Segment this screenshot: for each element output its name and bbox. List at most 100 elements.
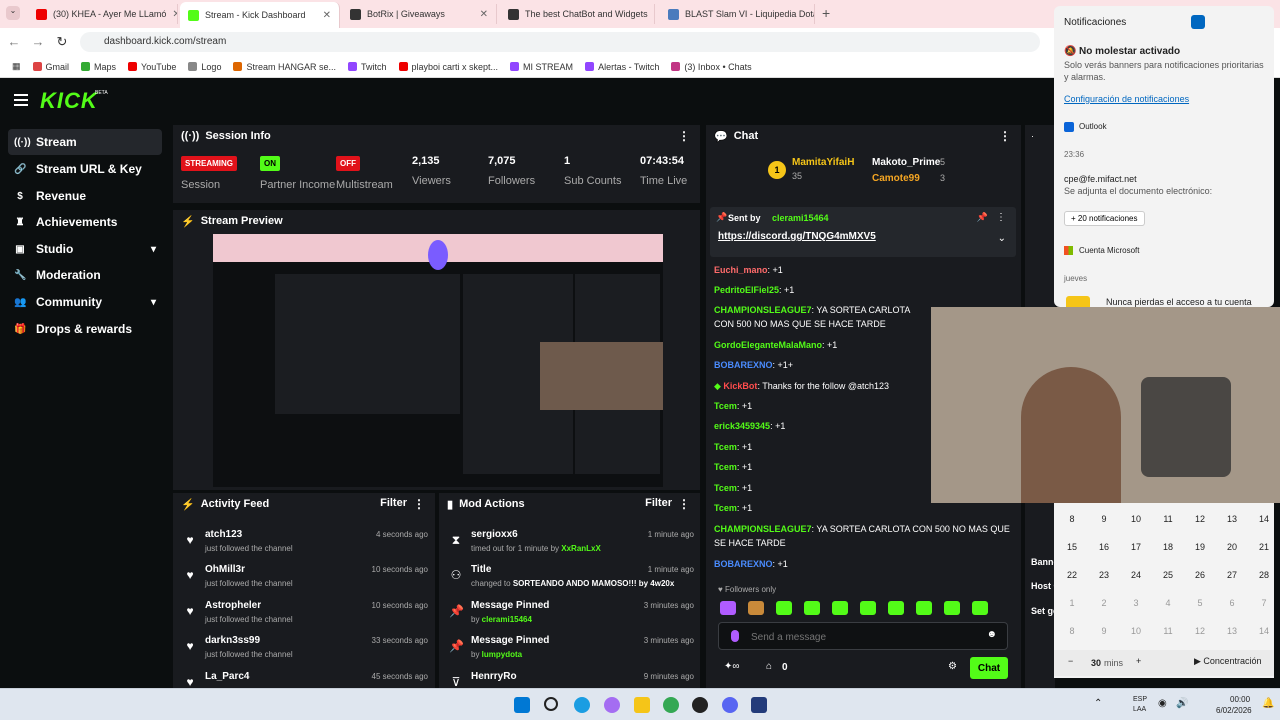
- sidebar-item-achievements[interactable]: ♜ Achievements: [8, 209, 162, 235]
- filter-button[interactable]: Filter: [380, 497, 407, 509]
- sidebar-item-studio[interactable]: ▣ Studio ▾: [8, 236, 162, 262]
- new-tab-button[interactable]: +: [822, 5, 830, 21]
- browser-tab[interactable]: The best ChatBot and Widgets✕: [500, 4, 655, 24]
- browser-tab[interactable]: (30) KHEA - Ayer Me LLamó✕: [28, 4, 178, 24]
- volume-icon[interactable]: 🔊: [1176, 698, 1188, 709]
- filter-button[interactable]: Filter: [645, 497, 672, 509]
- close-icon[interactable]: ✕: [654, 9, 655, 20]
- bookmark-logo[interactable]: Logo: [188, 62, 221, 72]
- more-icon[interactable]: ⋮: [413, 497, 425, 511]
- close-icon[interactable]: ✕: [172, 9, 177, 20]
- edge-icon[interactable]: [574, 697, 590, 713]
- chat-message: Tcem: +1: [714, 462, 753, 472]
- maps-icon: [81, 62, 91, 71]
- sidebar-item-drops[interactable]: 🎁 Drops & rewards: [8, 316, 162, 342]
- search-icon[interactable]: [544, 697, 558, 711]
- emote-icon[interactable]: [804, 601, 820, 615]
- emote-icon[interactable]: [972, 601, 988, 615]
- points-icon[interactable]: ✦∞: [724, 661, 740, 672]
- chrome-icon[interactable]: [663, 697, 679, 713]
- bookmark-youtube[interactable]: YouTube: [128, 62, 176, 72]
- app-icon[interactable]: [751, 697, 767, 713]
- obs-icon[interactable]: [692, 697, 708, 713]
- copilot-icon[interactable]: [604, 697, 620, 713]
- right-panel-label[interactable]: Banned words: [1031, 557, 1055, 567]
- more-icon[interactable]: ⋮: [678, 129, 690, 143]
- emote-icon[interactable]: [916, 601, 932, 615]
- sidebar-item-stream-url[interactable]: 🔗 Stream URL & Key: [8, 156, 162, 182]
- emote-icon[interactable]: [860, 601, 876, 615]
- right-panel-label[interactable]: Set goals: [1031, 606, 1055, 616]
- menu-icon[interactable]: [14, 94, 28, 106]
- calendar-week: 15 16 17 18 19 20 21: [1066, 542, 1269, 552]
- browser-tab-active[interactable]: Stream - Kick Dashboard ✕: [180, 2, 340, 28]
- bookmark-playboi[interactable]: playboi carti x skept...: [398, 62, 498, 72]
- sidebar-item-revenue[interactable]: $ Revenue: [8, 183, 162, 209]
- bookmark-inbox[interactable]: (3) Inbox • Chats: [671, 62, 752, 72]
- focus-button[interactable]: ▶ Concentración: [1194, 656, 1261, 667]
- calendar-week: 8 9 10 11 12 13 14: [1069, 626, 1269, 636]
- file-explorer-icon[interactable]: [634, 697, 650, 713]
- discord-icon[interactable]: [722, 697, 738, 713]
- dnd-toggle-icon[interactable]: [1191, 15, 1205, 29]
- microphone-icon[interactable]: [731, 630, 739, 642]
- sidebar-item-stream[interactable]: ((·)) Stream: [8, 129, 162, 155]
- minus-button[interactable]: −: [1068, 656, 1073, 666]
- emote-icon[interactable]: [832, 601, 848, 615]
- emote-icon[interactable]: [720, 601, 736, 615]
- forward-icon[interactable]: →: [26, 34, 50, 49]
- apps-icon[interactable]: ▦: [12, 61, 21, 72]
- kick-logo[interactable]: KICK: [40, 88, 98, 114]
- more-icon[interactable]: ⋮: [996, 212, 1006, 223]
- plus-button[interactable]: +: [1136, 656, 1141, 666]
- stream-preview-video[interactable]: [213, 234, 663, 487]
- reload-icon[interactable]: ↻: [50, 34, 74, 50]
- emote-icon[interactable]: [776, 601, 792, 615]
- notification-settings-link[interactable]: Configuración de notificaciones: [1064, 94, 1189, 104]
- clock[interactable]: 00:00: [1230, 695, 1250, 704]
- chat-message-input[interactable]: [751, 628, 971, 646]
- more-icon[interactable]: ⋮: [678, 497, 690, 511]
- calendar-week: 8 9 10 11 12 13 14: [1069, 514, 1269, 524]
- bookmark-gmail[interactable]: Gmail: [32, 62, 69, 72]
- heart-icon: ♥: [718, 585, 725, 594]
- url-input[interactable]: dashboard.kick.com/stream: [80, 32, 1040, 52]
- chat-send-button[interactable]: Chat: [970, 657, 1008, 679]
- bot-badge-icon: ◆: [714, 381, 724, 391]
- emote-icon[interactable]: [748, 601, 764, 615]
- bookmark-mi-stream[interactable]: MI STREAM: [510, 62, 573, 72]
- pinned-message[interactable]: 📌 Sent by clerami15464 https://discord.g…: [710, 207, 1016, 257]
- settings-icon[interactable]: ⚙: [948, 661, 957, 672]
- activity-item: ♥ darkn3ss99 just followed the channel 33 s…: [183, 635, 428, 669]
- chevron-up-icon[interactable]: ⌃: [1094, 698, 1102, 709]
- windows-start-icon[interactable]: [514, 697, 530, 713]
- bookmark-twitch[interactable]: Twitch: [347, 62, 387, 72]
- bookmark-stream-hangar[interactable]: Stream HANGAR se...: [233, 62, 336, 72]
- chevron-down-icon[interactable]: ⌄: [998, 233, 1006, 244]
- browser-tab[interactable]: BotRix | Giveaways ✕: [342, 4, 497, 24]
- chat-input-box[interactable]: ☻: [718, 622, 1008, 650]
- network-icon[interactable]: ◉: [1158, 698, 1167, 709]
- multistream-badge: OFF: [336, 156, 360, 171]
- close-icon[interactable]: ✕: [323, 10, 331, 21]
- right-panel-label[interactable]: Host Channel: [1031, 581, 1055, 591]
- emote-icon[interactable]: [888, 601, 904, 615]
- close-icon[interactable]: ✕: [480, 9, 488, 20]
- more-notifications-button[interactable]: + 20 notificaciones: [1064, 211, 1145, 226]
- emote-icon[interactable]: [944, 601, 960, 615]
- unpin-icon[interactable]: 📌: [977, 212, 988, 223]
- emoji-icon[interactable]: ☻: [986, 629, 997, 640]
- calendar-week: 22 23 24 25 26 27 28: [1066, 570, 1269, 580]
- sidebar-item-community[interactable]: 👥 Community ▾: [8, 289, 162, 315]
- gift-icon[interactable]: ⌂: [766, 661, 772, 672]
- more-icon[interactable]: ⋮: [999, 129, 1011, 143]
- stat-label: Followers: [488, 175, 536, 187]
- followers-stat: 7,075 Followers: [488, 155, 535, 205]
- bookmark-maps[interactable]: Maps: [81, 62, 116, 72]
- back-icon[interactable]: ←: [2, 34, 26, 49]
- sidebar-item-moderation[interactable]: 🔧 Moderation: [8, 262, 162, 288]
- notification-bell-icon[interactable]: 🔔: [1262, 698, 1274, 709]
- browser-tab[interactable]: BLAST Slam VI - Liquipedia Dota✕: [660, 4, 815, 24]
- tab-search-icon[interactable]: ⌄: [6, 6, 20, 20]
- bookmark-alertas[interactable]: Alertas - Twitch: [585, 62, 659, 72]
